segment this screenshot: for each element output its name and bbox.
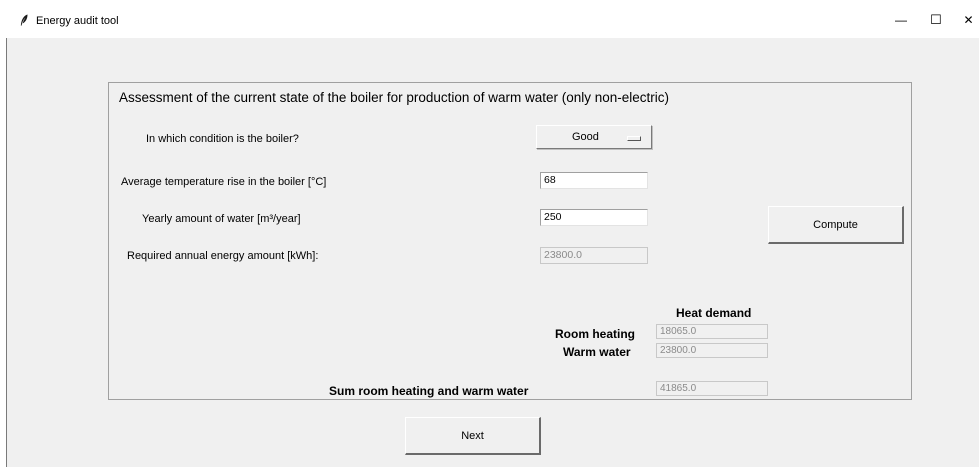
next-button[interactable]: Next [405, 417, 541, 455]
title-bar: Energy audit tool — ☐ ✕ [0, 0, 979, 38]
water-amount-label: Yearly amount of water [m³/year] [142, 213, 301, 225]
condition-label: In which condition is the boiler? [146, 133, 299, 145]
feather-icon [20, 14, 28, 26]
sum-field: 41865.0 [656, 381, 768, 396]
warm-water-field: 23800.0 [656, 343, 768, 358]
temperature-label: Average temperature rise in the boiler [… [121, 176, 327, 188]
condition-dropdown[interactable]: Good [536, 125, 652, 149]
dropdown-indicator-icon [627, 136, 641, 141]
maximize-button[interactable]: ☐ [925, 10, 947, 30]
sum-label: Sum room heating and warm water [329, 384, 529, 398]
compute-button-label: Compute [813, 218, 858, 231]
room-heating-field: 18065.0 [656, 324, 768, 339]
window-title: Energy audit tool [36, 15, 119, 27]
minimize-button[interactable]: — [890, 10, 912, 30]
room-heating-label: Room heating [555, 327, 635, 341]
warm-water-label: Warm water [563, 345, 631, 359]
energy-amount-field: 23800.0 [540, 247, 648, 264]
next-button-label: Next [461, 429, 484, 442]
frame-title: Assessment of the current state of the b… [119, 90, 669, 105]
temperature-input[interactable]: 68 [540, 172, 648, 189]
condition-value: Good [572, 131, 599, 143]
heat-demand-header: Heat demand [676, 306, 752, 320]
water-amount-input[interactable]: 250 [540, 209, 648, 226]
close-button[interactable]: ✕ [958, 10, 979, 30]
maximize-icon: ☐ [930, 12, 942, 27]
client-area: Assessment of the current state of the b… [6, 38, 979, 467]
energy-amount-label: Required annual energy amount [kWh]: [127, 250, 319, 262]
minimize-icon: — [895, 13, 907, 27]
close-icon: ✕ [963, 13, 974, 27]
compute-button[interactable]: Compute [768, 206, 904, 244]
